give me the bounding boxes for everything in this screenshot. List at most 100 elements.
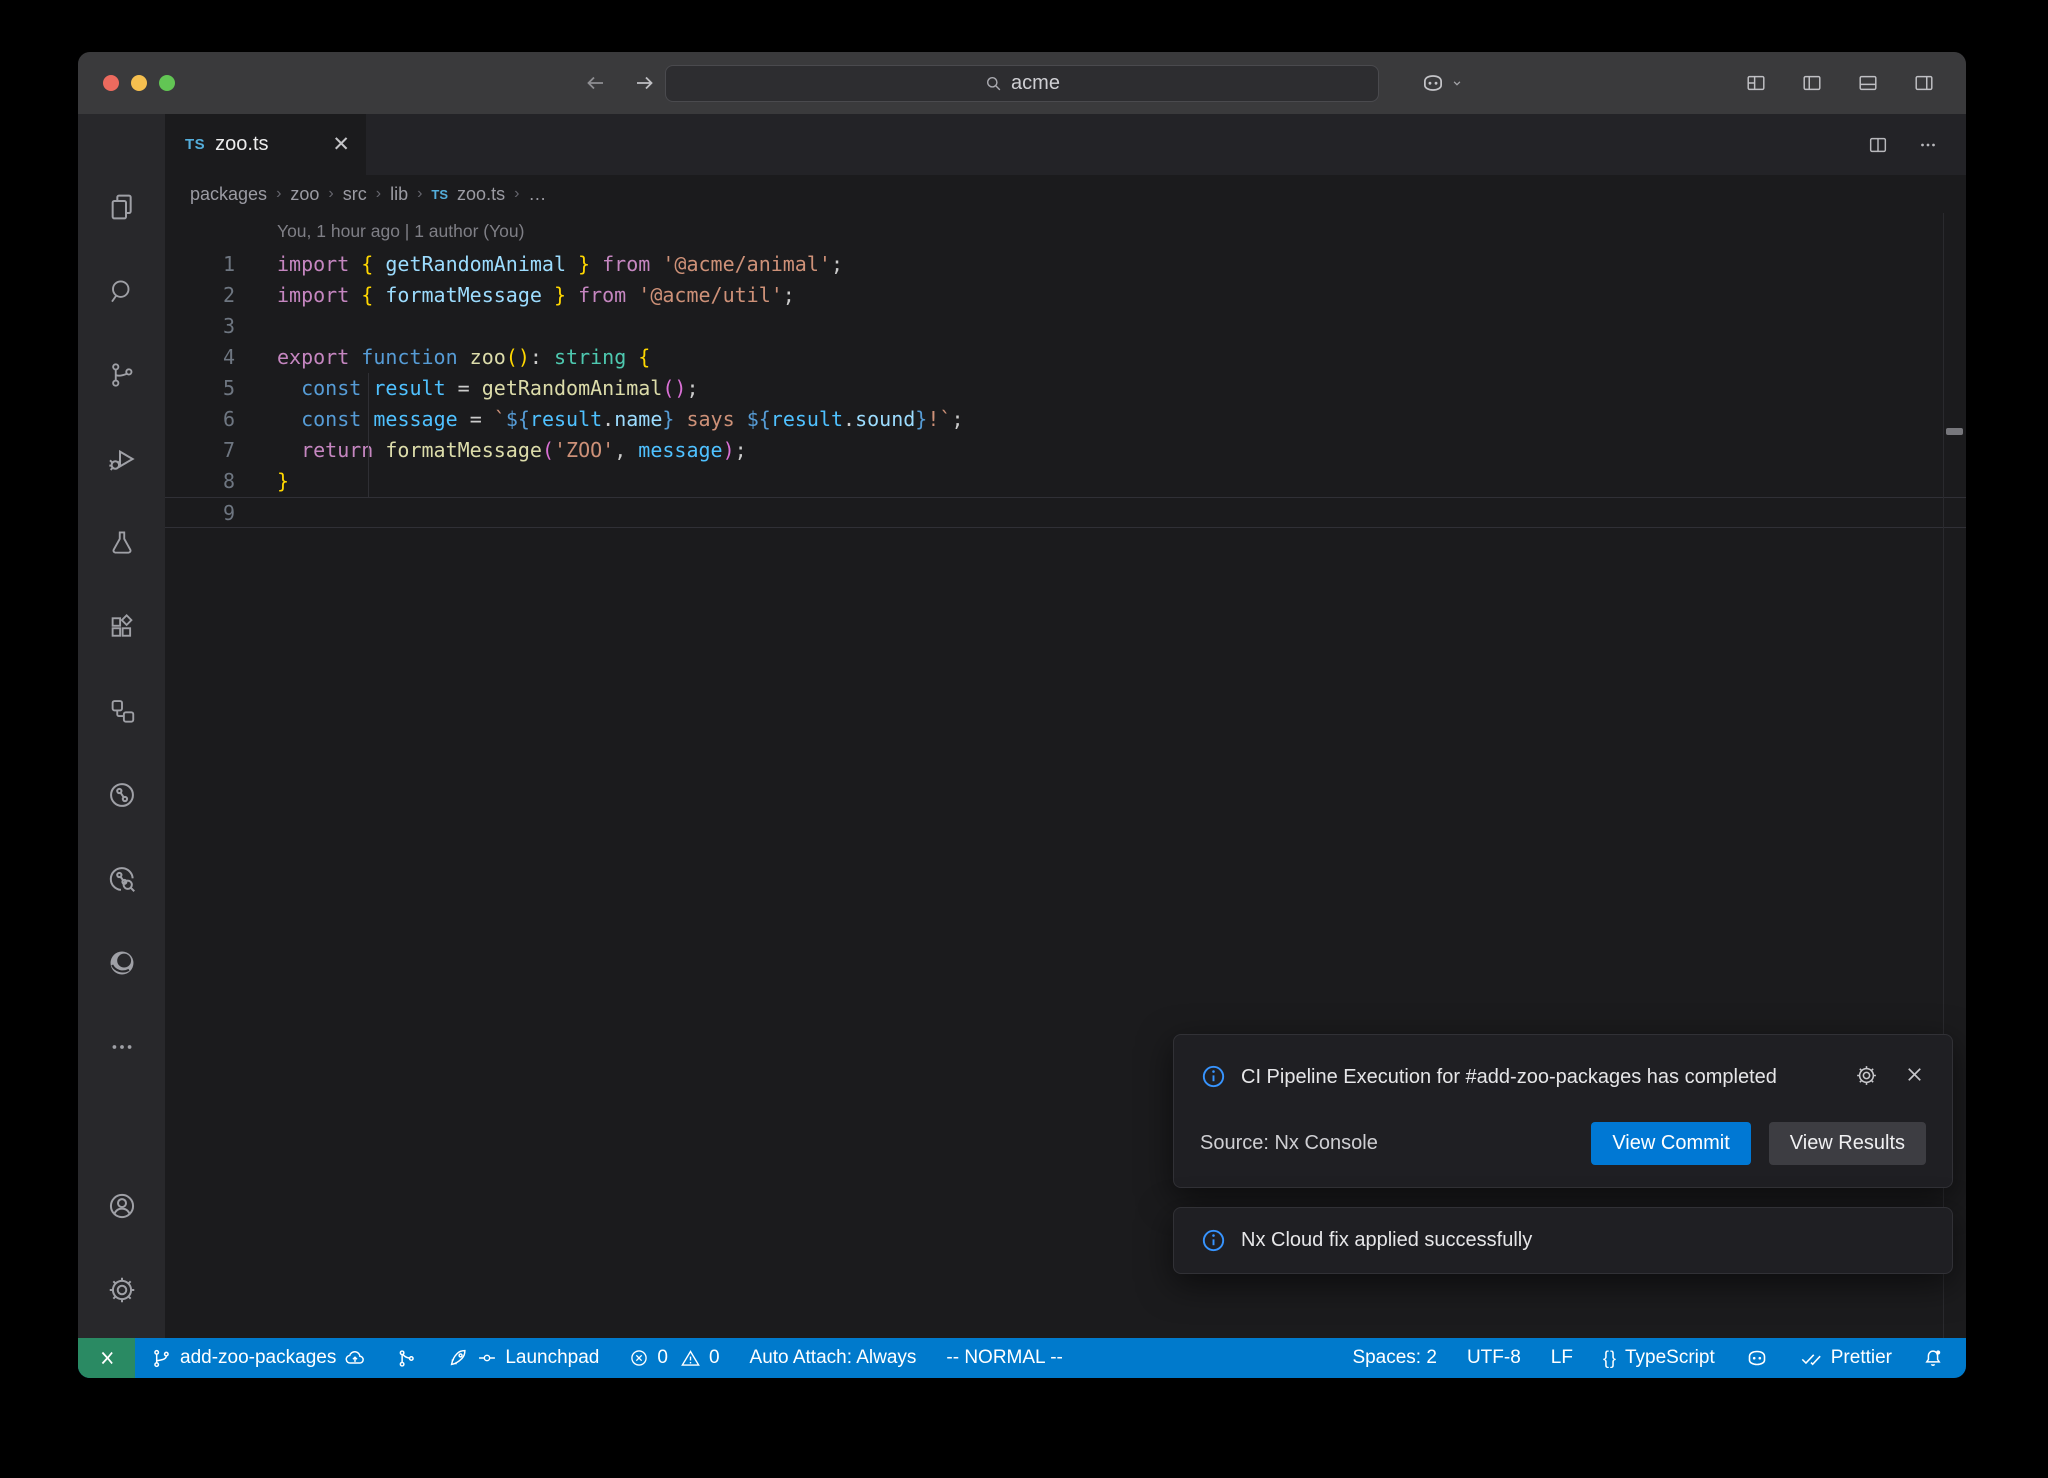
notification-toast: Nx Cloud fix applied successfully <box>1173 1207 1953 1274</box>
language-mode-item[interactable]: {} TypeScript <box>1603 1347 1715 1369</box>
notification-message: Nx Cloud fix applied successfully <box>1241 1229 1532 1252</box>
breadcrumb-separator: › <box>328 185 333 203</box>
code-line[interactable]: 8} <box>165 466 1966 497</box>
back-icon[interactable] <box>583 71 607 95</box>
search-value: acme <box>1011 72 1060 95</box>
breadcrumb-item[interactable]: zoo <box>290 184 319 205</box>
source-control-icon[interactable] <box>106 359 138 391</box>
activity-bar <box>78 114 165 1338</box>
code-line[interactable]: 1import { getRandomAnimal } from '@acme/… <box>165 249 1966 280</box>
testing-icon[interactable] <box>106 527 138 559</box>
notification-toast: CI Pipeline Execution for #add-zoo-packa… <box>1173 1034 1953 1188</box>
code-line[interactable]: 7 return formatMessage('ZOO', message); <box>165 435 1966 466</box>
tab-close-icon[interactable]: ✕ <box>332 134 350 155</box>
publish-cloud-icon <box>344 1347 366 1369</box>
minimize-window-button[interactable] <box>131 75 147 91</box>
search-view-icon[interactable] <box>106 275 138 307</box>
code-line[interactable]: 2import { formatMessage } from '@acme/ut… <box>165 280 1966 311</box>
code-line[interactable]: 6 const message = `${result.name} says $… <box>165 404 1966 435</box>
close-window-button[interactable] <box>103 75 119 91</box>
view-results-button[interactable]: View Results <box>1769 1122 1926 1165</box>
code-line[interactable]: 5 const result = getRandomAnimal(); <box>165 373 1966 404</box>
search-icon <box>984 74 1003 93</box>
git-graph-item[interactable] <box>396 1348 417 1369</box>
toggle-secondary-sidebar-icon[interactable] <box>1908 67 1940 99</box>
breadcrumb-item[interactable]: lib <box>390 184 408 205</box>
branch-name: add-zoo-packages <box>180 1347 336 1369</box>
problems-item[interactable]: 0 0 <box>629 1347 719 1369</box>
copilot-icon <box>1420 70 1446 96</box>
code-line[interactable]: 4export function zoo(): string { <box>165 342 1966 373</box>
double-check-icon <box>1799 1347 1823 1369</box>
encoding-item[interactable]: UTF-8 <box>1467 1347 1521 1369</box>
warnings-icon <box>680 1348 701 1369</box>
breadcrumb-item[interactable]: packages <box>190 184 267 205</box>
view-commit-button[interactable]: View Commit <box>1591 1122 1750 1165</box>
line-number: 6 <box>165 404 235 435</box>
editor-more-actions-icon[interactable] <box>1916 134 1940 156</box>
tab-bar: TS zoo.ts ✕ <box>165 114 1966 175</box>
run-and-debug-icon[interactable] <box>106 443 138 475</box>
tab-zoo-ts[interactable]: TS zoo.ts ✕ <box>165 114 366 175</box>
edge-devtools-icon[interactable] <box>106 947 138 979</box>
errors-icon <box>629 1348 649 1368</box>
notification-close-icon[interactable] <box>1903 1063 1926 1088</box>
extensions-icon[interactable] <box>106 611 138 643</box>
status-bar: add-zoo-packages Launchpad 0 0 <box>78 1338 1966 1378</box>
explorer-icon[interactable] <box>106 191 138 223</box>
command-center-search[interactable]: acme <box>665 65 1379 102</box>
notifications-bell-item[interactable] <box>1922 1347 1944 1369</box>
git-branch-item[interactable]: add-zoo-packages <box>151 1347 366 1369</box>
nx-console-icon[interactable] <box>106 695 138 727</box>
remote-indicator[interactable] <box>78 1338 135 1378</box>
gitlens-icon[interactable] <box>106 779 138 811</box>
desktop: acme <box>0 0 2048 1478</box>
formatter-item[interactable]: Prettier <box>1799 1347 1892 1369</box>
settings-gear-icon[interactable] <box>106 1274 138 1306</box>
code-line[interactable]: 3 <box>165 311 1966 342</box>
copilot-status-item[interactable] <box>1745 1346 1769 1370</box>
line-number: 3 <box>165 311 235 342</box>
split-editor-icon[interactable] <box>1866 134 1890 156</box>
copilot-menu[interactable] <box>1420 52 1464 114</box>
gitlens-inspect-icon[interactable] <box>106 863 138 895</box>
breadcrumb-item-file[interactable]: zoo.ts <box>457 184 505 205</box>
chevron-down-icon <box>1450 76 1464 90</box>
tab-label: zoo.ts <box>215 133 268 156</box>
info-icon <box>1200 1059 1227 1090</box>
breadcrumb-item[interactable]: src <box>343 184 367 205</box>
notification-settings-gear-icon[interactable] <box>1854 1063 1879 1088</box>
zoom-window-button[interactable] <box>159 75 175 91</box>
breadcrumb: packages › zoo › src › lib › TS zoo.ts ›… <box>165 175 1966 213</box>
line-content: export function zoo(): string { <box>235 342 650 373</box>
toggle-panel-icon[interactable] <box>1852 67 1884 99</box>
indent-guide <box>368 373 369 497</box>
commit-icon <box>477 1348 497 1368</box>
rocket-icon <box>447 1347 469 1369</box>
code-line-cursor[interactable]: 9 <box>165 497 1966 528</box>
breadcrumb-separator: › <box>417 185 422 203</box>
customize-layout-icon[interactable] <box>1740 67 1772 99</box>
auto-attach-item[interactable]: Auto Attach: Always <box>750 1347 917 1369</box>
eol-item[interactable]: LF <box>1551 1347 1573 1369</box>
notification-center: CI Pipeline Execution for #add-zoo-packa… <box>1173 1034 1953 1274</box>
line-number: 2 <box>165 280 235 311</box>
breadcrumb-item-more[interactable]: … <box>528 184 546 205</box>
line-number: 5 <box>165 373 235 404</box>
line-content: import { getRandomAnimal } from '@acme/a… <box>235 249 843 280</box>
vim-mode-item[interactable]: -- NORMAL -- <box>946 1347 1062 1369</box>
workbench: TS zoo.ts ✕ packages › <box>78 114 1966 1338</box>
forward-icon[interactable] <box>633 71 657 95</box>
toggle-primary-sidebar-icon[interactable] <box>1796 67 1828 99</box>
line-content: import { formatMessage } from '@acme/uti… <box>235 280 795 311</box>
error-count: 0 <box>657 1347 668 1369</box>
gitlens-launchpad-item[interactable]: Launchpad <box>447 1347 599 1369</box>
accounts-icon[interactable] <box>106 1190 138 1222</box>
indentation-item[interactable]: Spaces: 2 <box>1352 1347 1437 1369</box>
breadcrumb-separator: › <box>376 185 381 203</box>
more-views-icon[interactable] <box>106 1031 138 1063</box>
line-number: 8 <box>165 466 235 497</box>
git-blame-annotation[interactable]: You, 1 hour ago | 1 author (You) <box>277 221 524 242</box>
breadcrumb-separator: › <box>276 185 281 203</box>
title-bar: acme <box>78 52 1966 114</box>
